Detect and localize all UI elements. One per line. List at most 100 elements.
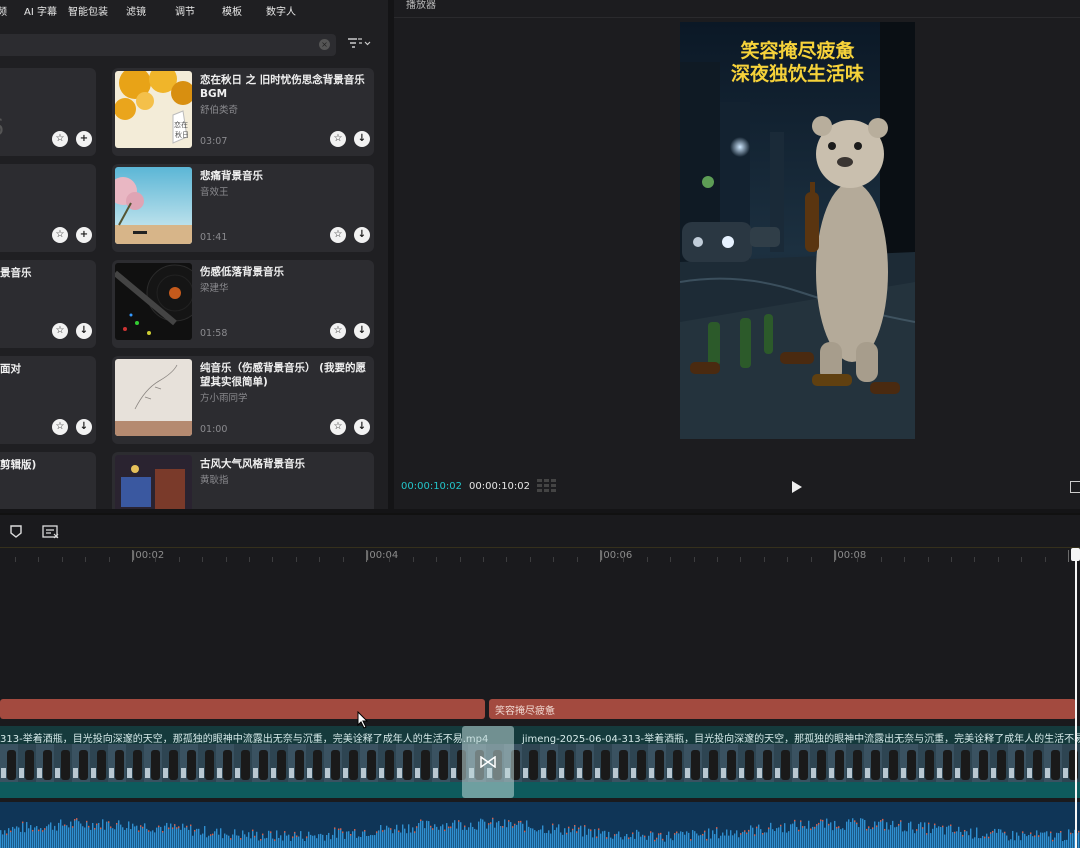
marker-icon[interactable] <box>10 525 22 538</box>
waveform-peak <box>458 820 460 822</box>
waveform-bar <box>700 834 702 848</box>
waveform-bar <box>162 831 164 848</box>
tab-audio[interactable]: 音频 <box>0 3 7 18</box>
waveform-bar <box>496 822 498 848</box>
waveform-peak <box>628 837 630 839</box>
waveform-peak <box>292 836 294 838</box>
download-icon[interactable]: ↓ <box>76 419 92 435</box>
waveform-bar <box>440 826 442 848</box>
download-icon[interactable]: ↓ <box>354 419 370 435</box>
waveform-bar <box>340 829 342 848</box>
ruler-tick <box>577 557 578 562</box>
time-ruler[interactable]: |00:02 |00:04 |00:06 |00:08 <box>0 547 1080 563</box>
waveform-bar <box>116 823 118 848</box>
star-icon[interactable]: ☆ <box>52 227 68 243</box>
waveform-peak <box>488 823 490 825</box>
filmstrip-frame <box>666 744 684 782</box>
waveform-peak <box>606 837 608 839</box>
waveform-peak <box>168 827 170 829</box>
ruler-tick <box>647 557 648 562</box>
waveform-peak <box>416 826 418 828</box>
transition-clip[interactable] <box>462 726 514 798</box>
music-card[interactable]: 恋在 秋日 恋在秋日 之 旧时忧伤思念背景音乐BGM 舒伯类奇 03:07 ☆ … <box>112 68 374 156</box>
waveform-bar <box>878 821 880 848</box>
star-icon[interactable]: ☆ <box>330 419 346 435</box>
filmstrip-frame <box>720 744 738 782</box>
download-icon[interactable]: ↓ <box>354 131 370 147</box>
list-item[interactable]: 景音乐 ☆ ↓ <box>0 260 96 348</box>
star-icon[interactable]: ☆ <box>330 323 346 339</box>
search-input[interactable]: × <box>0 34 336 56</box>
music-card[interactable]: 伤感低落背景音乐 梁建华 01:58 ☆ ↓ <box>112 260 374 348</box>
music-card[interactable]: 悲痛背景音乐 音效王 01:41 ☆ ↓ <box>112 164 374 252</box>
text-clip[interactable]: 笑容掩尽疲惫 <box>489 699 1076 719</box>
star-icon[interactable]: ☆ <box>52 419 68 435</box>
tab-filters[interactable]: 滤镜 <box>126 3 146 18</box>
star-icon[interactable]: ☆ <box>330 131 346 147</box>
waveform-peak <box>810 828 812 831</box>
star-icon[interactable]: ☆ <box>52 323 68 339</box>
list-item[interactable]: 6 ☆ + <box>0 68 96 156</box>
waveform-peak <box>296 835 298 837</box>
playhead[interactable] <box>1075 548 1077 848</box>
tab-digital-human[interactable]: 数字人 <box>266 3 296 18</box>
waveform-bar <box>682 832 684 848</box>
waveform-bar <box>264 838 266 848</box>
waveform-peak <box>342 831 344 833</box>
waveform-bar <box>994 828 996 848</box>
clear-icon[interactable]: × <box>319 39 330 50</box>
list-item[interactable]: 剪辑版) <box>0 452 96 509</box>
download-icon[interactable]: ↓ <box>354 323 370 339</box>
video-track[interactable]: 313-举着酒瓶，目光投向深邃的天空，那孤独的眼神中流露出无奈与沉重，完美诠释了… <box>0 726 1080 798</box>
play-icon[interactable] <box>792 481 802 493</box>
waveform-bar <box>624 836 626 848</box>
filmstrip-frame <box>792 744 810 782</box>
list-item[interactable]: 面对 ☆ ↓ <box>0 356 96 444</box>
waveform-bar <box>848 819 850 848</box>
plus-icon[interactable]: + <box>76 131 92 147</box>
player-panel: 播放器 笑容掩尽疲惫 深夜独饮生活味 00:00:10:02 00:00:10:… <box>394 0 1080 509</box>
tab-smart-package[interactable]: 智能包装 <box>68 3 108 18</box>
waveform-peak <box>414 831 416 833</box>
star-icon[interactable]: ☆ <box>330 227 346 243</box>
waveform-bar <box>830 822 832 848</box>
grid-icon[interactable] <box>537 479 557 493</box>
download-icon[interactable]: ↓ <box>354 227 370 243</box>
waveform-bar <box>66 825 68 848</box>
waveform-bar <box>260 839 262 848</box>
waveform-bar <box>650 832 652 848</box>
waveform-bar <box>802 827 804 848</box>
waveform-bar <box>882 819 884 848</box>
star-icon[interactable]: ☆ <box>52 131 68 147</box>
waveform-peak <box>158 825 160 828</box>
list-item[interactable]: ☆ + <box>0 164 96 252</box>
caption-edit-icon[interactable] <box>42 525 60 539</box>
waveform-bar <box>714 834 716 848</box>
audio-track[interactable] <box>0 802 1080 848</box>
video-preview[interactable]: 笑容掩尽疲惫 深夜独饮生活味 <box>680 22 915 439</box>
tab-adjust[interactable]: 调节 <box>175 3 195 18</box>
tab-templates[interactable]: 模板 <box>222 3 242 18</box>
waveform-bar <box>432 829 434 848</box>
waveform-bar <box>996 832 998 848</box>
waveform-peak <box>88 825 90 828</box>
waveform-bar <box>144 823 146 848</box>
ruler-tick <box>787 557 788 562</box>
filter-sort-button[interactable] <box>347 37 371 52</box>
waveform-bar <box>910 821 912 848</box>
ruler-tick <box>834 550 835 562</box>
waveform-bar <box>820 820 822 848</box>
waveform-bar <box>916 830 918 848</box>
music-card[interactable]: 古风大气风格背景音乐 黄耿指 <box>112 452 374 509</box>
waveform-bar <box>834 820 836 848</box>
download-icon[interactable]: ↓ <box>76 323 92 339</box>
text-clip[interactable] <box>0 699 485 719</box>
waveform-bar <box>294 832 296 848</box>
ruler-tick <box>811 557 812 562</box>
tab-ai-subtitle[interactable]: AI 字幕 <box>24 3 57 18</box>
music-card[interactable]: 纯音乐（伤感背景音乐） (我要的愿望其实很简单) 方小雨同学 01:00 ☆ ↓ <box>112 356 374 444</box>
waveform-bar <box>742 831 744 848</box>
ratio-icon[interactable] <box>1070 481 1080 493</box>
plus-icon[interactable]: + <box>76 227 92 243</box>
waveform-bar <box>372 835 374 848</box>
